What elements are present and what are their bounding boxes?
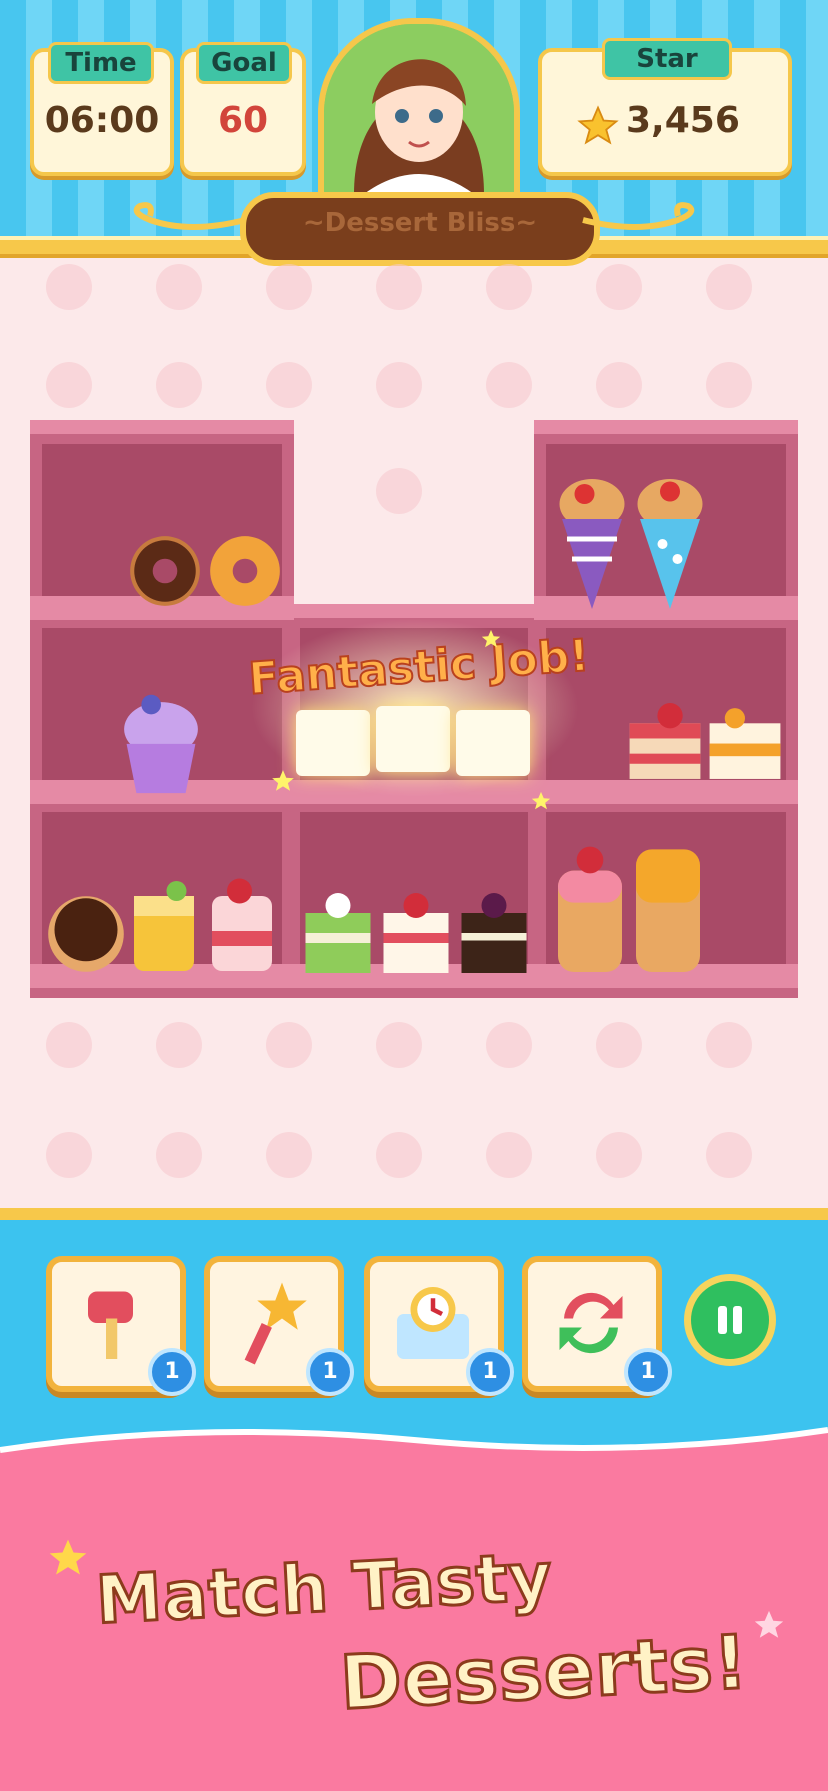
orange-donut-ring-icon[interactable] bbox=[204, 530, 286, 612]
scroll-ornament-right-icon bbox=[582, 202, 695, 230]
hammer-button[interactable]: 1 bbox=[46, 1256, 196, 1396]
strawberry-pudding-icon[interactable] bbox=[204, 876, 280, 976]
sparkle-star-icon bbox=[481, 629, 501, 648]
mango-cake-icon[interactable] bbox=[704, 698, 786, 784]
background-cupcake-pattern bbox=[596, 362, 642, 408]
shelf-plank bbox=[534, 420, 798, 434]
promo-line-2: Desserts! bbox=[337, 1618, 753, 1728]
star-value: 3,456 bbox=[626, 100, 740, 141]
background-cupcake-pattern bbox=[486, 362, 532, 408]
background-cupcake-pattern bbox=[46, 362, 92, 408]
strawberry-pancakes-icon[interactable] bbox=[550, 838, 630, 978]
mango-pudding-icon[interactable] bbox=[126, 876, 202, 976]
background-cupcake-pattern bbox=[156, 362, 202, 408]
star-icon bbox=[577, 105, 619, 145]
crepe-purple-icon[interactable] bbox=[554, 474, 630, 614]
goal-label: Goal bbox=[196, 42, 292, 84]
crepe-blue-icon[interactable] bbox=[632, 474, 708, 614]
background-cupcake-pattern bbox=[156, 1132, 202, 1178]
hammer-icon bbox=[88, 1291, 133, 1359]
chef-avatar bbox=[318, 18, 520, 194]
shuffle-icon bbox=[559, 1292, 623, 1354]
pause-icon bbox=[718, 1306, 742, 1334]
honey-pancakes-icon[interactable] bbox=[628, 838, 708, 978]
background-cupcake-pattern bbox=[46, 1022, 92, 1068]
background-cupcake-pattern bbox=[596, 1132, 642, 1178]
background-cupcake-pattern bbox=[706, 362, 752, 408]
scroll-ornament-left-icon bbox=[133, 202, 246, 230]
goal-panel: Goal 60 bbox=[180, 42, 306, 176]
matcha-cake-icon[interactable] bbox=[300, 888, 376, 978]
promo-line-1: Match Tasty bbox=[93, 1537, 556, 1641]
background-cupcake-pattern bbox=[706, 1022, 752, 1068]
strawberry-cake-icon[interactable] bbox=[624, 698, 706, 784]
freeze-clock-count: 1 bbox=[466, 1348, 514, 1396]
shelf-plank bbox=[294, 604, 534, 618]
background-cupcake-pattern bbox=[156, 1022, 202, 1068]
background-cupcake-pattern bbox=[376, 1132, 422, 1178]
freeze-clock-icon bbox=[397, 1287, 469, 1359]
time-label: Time bbox=[48, 42, 154, 84]
level-title: ~Dessert Bliss~ bbox=[240, 192, 600, 266]
pause-button[interactable] bbox=[684, 1274, 776, 1366]
background-cupcake-pattern bbox=[486, 264, 532, 310]
background-cupcake-pattern bbox=[266, 264, 312, 310]
background-cupcake-pattern bbox=[156, 264, 202, 310]
background-cupcake-pattern bbox=[706, 264, 752, 310]
goal-value: 60 bbox=[217, 100, 269, 141]
chocolate-donut-ring-icon[interactable] bbox=[124, 530, 206, 612]
shuffle-count: 1 bbox=[624, 1348, 672, 1396]
magic-wand-count: 1 bbox=[306, 1348, 354, 1396]
background-cupcake-pattern bbox=[46, 264, 92, 310]
star-label: Star bbox=[602, 38, 732, 80]
background-cupcake-pattern bbox=[376, 362, 422, 408]
magic-wand-button[interactable]: 1 bbox=[204, 1256, 354, 1396]
background-cupcake-pattern bbox=[486, 1132, 532, 1178]
background-cupcake-pattern bbox=[486, 1022, 532, 1068]
chef-portrait-icon bbox=[324, 24, 514, 194]
background-cupcake-pattern bbox=[266, 1132, 312, 1178]
promo-wave bbox=[0, 1420, 828, 1453]
sparkle-star-icon bbox=[272, 770, 294, 791]
background-cupcake-pattern bbox=[376, 1022, 422, 1068]
promo-banner: Match Tasty Desserts! bbox=[0, 1420, 828, 1791]
background-cupcake-pattern bbox=[376, 264, 422, 310]
background-cupcake-pattern bbox=[706, 1132, 752, 1178]
decor-star-icon bbox=[754, 1610, 784, 1638]
cake-slice-glowing[interactable] bbox=[296, 710, 370, 776]
chocolate-donut-icon[interactable] bbox=[44, 892, 128, 976]
background-cupcake-pattern bbox=[596, 1022, 642, 1068]
hammer-count: 1 bbox=[148, 1348, 196, 1396]
sparkle-star-icon bbox=[531, 791, 551, 810]
magic-wand-icon bbox=[244, 1282, 307, 1365]
strawberry-shortcake-icon[interactable] bbox=[378, 888, 454, 978]
time-value: 06:00 bbox=[44, 100, 160, 141]
freeze-clock-button[interactable]: 1 bbox=[364, 1256, 514, 1396]
background-cupcake-pattern bbox=[266, 1022, 312, 1068]
decor-star-icon bbox=[49, 1539, 87, 1575]
star-panel: Star 3,456 bbox=[538, 38, 792, 176]
time-panel: Time 06:00 bbox=[30, 42, 174, 176]
background-cupcake-pattern bbox=[46, 1132, 92, 1178]
chocolate-cake-icon[interactable] bbox=[456, 888, 532, 978]
shelf-plank bbox=[30, 420, 294, 434]
game-board: Fantastic Job! bbox=[0, 258, 828, 1208]
cake-slice-glowing[interactable] bbox=[456, 710, 530, 776]
shuffle-button[interactable]: 1 bbox=[522, 1256, 672, 1396]
blueberry-cupcake-icon[interactable] bbox=[116, 680, 206, 798]
background-cupcake-pattern bbox=[266, 362, 312, 408]
cake-slice-glowing[interactable] bbox=[376, 706, 450, 772]
background-cupcake-pattern bbox=[596, 264, 642, 310]
background-cupcake-pattern bbox=[376, 468, 422, 514]
